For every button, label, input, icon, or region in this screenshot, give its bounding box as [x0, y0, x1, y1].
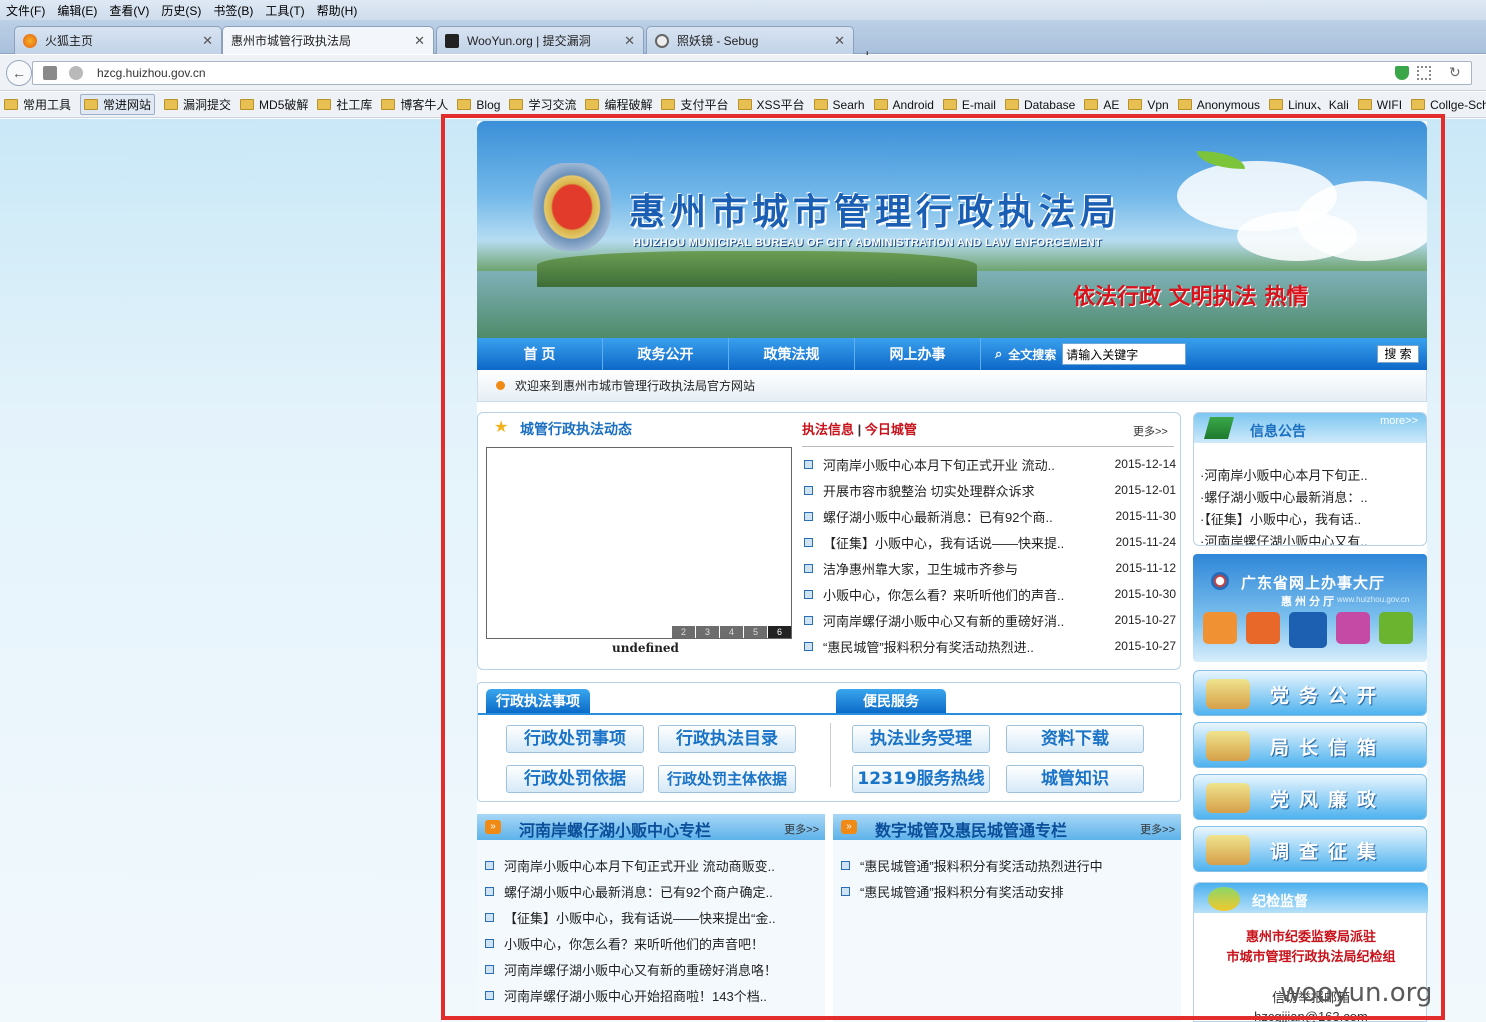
- folder-icon: [1128, 99, 1143, 110]
- bookmark-label: Anonymous: [1196, 97, 1261, 112]
- bookmark-folder[interactable]: Database: [1004, 97, 1076, 112]
- bookmark-label: MD5破解: [259, 98, 309, 112]
- bookmark-folder[interactable]: E-mail: [942, 97, 996, 112]
- tab-bar: 火狐主页 ✕ 惠州市城管行政执法局 ✕ WooYun.org | 提交漏洞 ✕ …: [0, 20, 1486, 66]
- folder-icon: [240, 99, 255, 110]
- bookmark-label: 博客牛人: [400, 98, 449, 112]
- sebug-icon: [655, 33, 669, 48]
- tab-wooyun[interactable]: WooYun.org | 提交漏洞 ✕: [436, 26, 644, 54]
- bookmark-folder[interactable]: WIFI: [1357, 97, 1403, 112]
- bookmark-folder[interactable]: XSS平台: [737, 96, 805, 113]
- bookmark-label: WIFI: [1376, 97, 1403, 112]
- bookmark-folder[interactable]: Blog: [457, 98, 500, 112]
- folder-icon: [1269, 99, 1284, 110]
- bookmark-folder[interactable]: 编程破解: [585, 96, 652, 113]
- menu-edit[interactable]: 编辑(E): [51, 0, 103, 20]
- bookmark-label: Collge-School: [1430, 97, 1486, 112]
- navigation-bar: ← hzcg.huizhou.gov.cn ↻: [0, 55, 1486, 91]
- folder-icon: [1177, 99, 1192, 110]
- highlight-frame: [441, 114, 1445, 1020]
- watermark: wooyun.org: [1280, 978, 1433, 1008]
- menu-help[interactable]: 帮助(H): [311, 0, 364, 20]
- bookmark-folder[interactable]: 社工库: [317, 96, 372, 113]
- folder-icon: [813, 99, 828, 110]
- folder-icon: [661, 99, 676, 110]
- bookmark-label: 漏洞提交: [183, 98, 232, 112]
- bookmark-label: 学习交流: [528, 98, 577, 112]
- bookmark-label: 常进网站: [103, 98, 152, 112]
- bookmark-folder[interactable]: 常进网站: [80, 94, 156, 115]
- bookmark-folder[interactable]: Android: [873, 97, 934, 112]
- close-tab-icon[interactable]: ✕: [414, 33, 425, 49]
- folder-icon: [1004, 99, 1019, 110]
- bookmark-folder[interactable]: 常用工具: [4, 96, 71, 113]
- folder-icon: [457, 99, 472, 110]
- bookmark-folder[interactable]: 支付平台: [661, 96, 729, 113]
- page-icon: [43, 66, 57, 80]
- bookmark-folder[interactable]: Linux、Kali: [1269, 96, 1349, 113]
- folder-icon: [1084, 99, 1099, 110]
- bookmark-label: Searh: [832, 97, 865, 112]
- tab-label: WooYun.org | 提交漏洞: [467, 34, 591, 48]
- wooyun-icon: [445, 33, 459, 48]
- folder-icon: [317, 99, 332, 110]
- folder-icon: [1357, 99, 1372, 110]
- qr-icon[interactable]: [1417, 66, 1431, 80]
- tab-label: 惠州市城管行政执法局: [231, 34, 352, 48]
- bookmark-folder[interactable]: Vpn: [1128, 97, 1169, 112]
- bookmark-folder[interactable]: MD5破解: [240, 96, 308, 113]
- bookmark-label: E-mail: [961, 97, 996, 112]
- menu-tools[interactable]: 工具(T): [259, 0, 310, 20]
- folder-icon: [942, 99, 957, 110]
- bookmark-folder[interactable]: 博客牛人: [381, 96, 448, 113]
- close-tab-icon[interactable]: ✕: [202, 33, 213, 49]
- bookmark-folder[interactable]: Collge-School: [1411, 98, 1486, 112]
- bookmark-label: 编程破解: [604, 98, 653, 112]
- folder-icon: [585, 99, 600, 110]
- menu-bookmarks[interactable]: 书签(B): [207, 0, 259, 20]
- bookmark-label: AE: [1103, 97, 1120, 112]
- url-text[interactable]: hzcg.huizhou.gov.cn: [97, 66, 206, 80]
- bookmark-label: 支付平台: [680, 98, 729, 112]
- bookmark-label: Linux、Kali: [1288, 98, 1349, 112]
- folder-icon: [381, 99, 396, 110]
- folder-icon: [509, 99, 524, 110]
- menu-bar: 文件(F) 编辑(E) 查看(V) 历史(S) 书签(B) 工具(T) 帮助(H…: [0, 0, 1486, 20]
- reload-icon[interactable]: ↻: [1449, 65, 1463, 80]
- tab-huizhou[interactable]: 惠州市城管行政执法局 ✕: [222, 26, 434, 54]
- bookmark-label: Database: [1023, 97, 1076, 112]
- tab-label: 照妖镜 - Sebug: [677, 34, 759, 48]
- folder-icon: [4, 99, 18, 110]
- bookmark-folder[interactable]: Anonymous: [1177, 97, 1261, 112]
- tab-firefox-home[interactable]: 火狐主页 ✕: [14, 26, 222, 54]
- url-bar[interactable]: hzcg.huizhou.gov.cn ↻: [32, 61, 1472, 85]
- folder-icon: [873, 99, 888, 110]
- globe-icon: [69, 66, 83, 80]
- bookmark-label: XSS平台: [756, 98, 805, 112]
- bookmark-folder[interactable]: 漏洞提交: [164, 96, 231, 113]
- bookmark-folder[interactable]: AE: [1084, 98, 1119, 112]
- tab-sebug[interactable]: 照妖镜 - Sebug ✕: [646, 26, 854, 54]
- menu-history[interactable]: 历史(S): [155, 0, 207, 20]
- bookmark-label: Blog: [476, 97, 501, 112]
- bookmark-label: 常用工具: [23, 98, 72, 112]
- bookmark-folder[interactable]: Searh: [813, 97, 865, 112]
- back-button[interactable]: ←: [6, 60, 32, 86]
- close-tab-icon[interactable]: ✕: [624, 33, 635, 49]
- close-tab-icon[interactable]: ✕: [834, 33, 845, 49]
- shield-icon[interactable]: [1395, 66, 1409, 80]
- bookmark-folder[interactable]: 学习交流: [509, 96, 576, 113]
- bookmark-label: Vpn: [1147, 97, 1169, 112]
- bookmark-label: Android: [892, 97, 934, 112]
- folder-icon: [84, 99, 99, 110]
- menu-view[interactable]: 查看(V): [103, 0, 155, 20]
- menu-file[interactable]: 文件(F): [0, 0, 51, 20]
- firefox-icon: [23, 33, 37, 48]
- folder-icon: [1411, 99, 1426, 110]
- tab-label: 火狐主页: [45, 34, 94, 48]
- folder-icon: [164, 99, 179, 110]
- folder-icon: [737, 99, 752, 110]
- bookmark-label: 社工库: [336, 98, 373, 112]
